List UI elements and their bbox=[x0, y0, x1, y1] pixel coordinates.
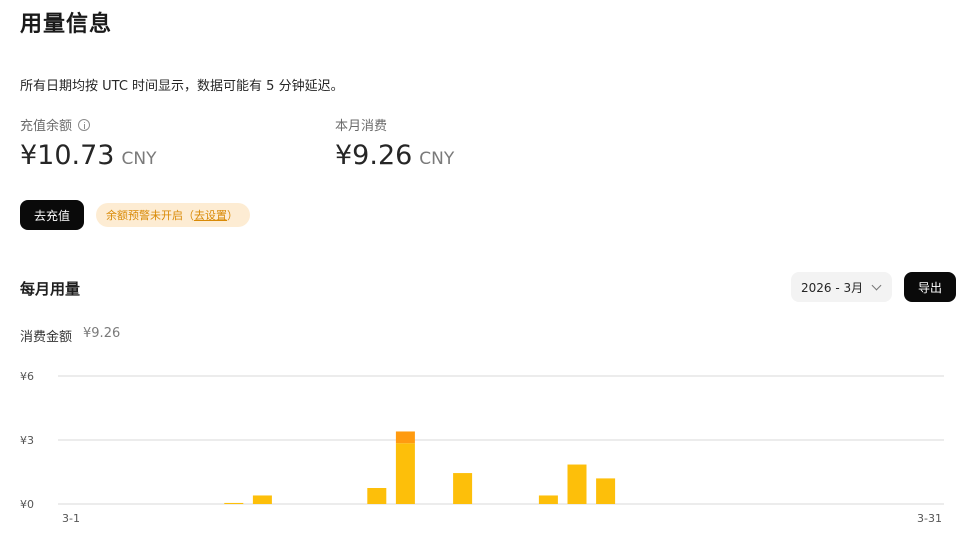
month-select-value: 2026 - 3月 bbox=[801, 280, 864, 295]
usage-bar bbox=[252, 495, 272, 504]
balance-currency: CNY bbox=[121, 149, 157, 169]
balance-amount: ¥10.73 bbox=[20, 140, 115, 171]
spend-total-label: 消费金额 bbox=[20, 330, 73, 345]
x-tick-label: 3-31 bbox=[917, 512, 942, 525]
y-tick-label: ¥3 bbox=[20, 434, 34, 447]
balance-stat: 充值余额 ¥10.73 CNY bbox=[20, 115, 156, 171]
month-select[interactable]: 2026 - 3月 bbox=[791, 272, 892, 302]
monthly-spend-stat: 本月消费 ¥9.26 CNY bbox=[335, 115, 454, 171]
monthly-spend-amount: ¥9.26 bbox=[335, 140, 413, 171]
balance-label-row: 充值余额 bbox=[20, 115, 156, 134]
usage-bar bbox=[395, 431, 415, 444]
balance-label: 充值余额 bbox=[20, 119, 73, 134]
usage-bar bbox=[224, 502, 244, 504]
timezone-notice: 所有日期均按 UTC 时间显示，数据可能有 5 分钟延迟。 bbox=[20, 79, 344, 94]
monthly-spend-label: 本月消费 bbox=[335, 119, 388, 134]
usage-bar-chart: ¥6 ¥3 ¥0 3-1 3-31 bbox=[20, 370, 944, 525]
usage-bar bbox=[567, 464, 587, 504]
alert-text: 余额预警未开启（ bbox=[106, 209, 194, 222]
chevron-down-icon bbox=[871, 280, 882, 291]
usage-bar bbox=[453, 473, 473, 504]
y-tick-label: ¥6 bbox=[20, 370, 34, 383]
y-tick-label: ¥0 bbox=[20, 498, 34, 511]
page-title: 用量信息 bbox=[20, 12, 113, 37]
x-tick-label: 3-1 bbox=[62, 512, 80, 525]
usage-bar bbox=[367, 488, 387, 504]
monthly-spend-value-row: ¥9.26 CNY bbox=[335, 140, 454, 171]
usage-bar bbox=[395, 443, 415, 504]
info-icon[interactable] bbox=[78, 118, 91, 131]
alert-settings-link[interactable]: 去设置 bbox=[194, 207, 227, 223]
usage-bar bbox=[596, 478, 616, 504]
alert-suffix: ） bbox=[227, 209, 238, 222]
export-button[interactable]: 导出 bbox=[904, 272, 956, 302]
balance-alert-badge: 余额预警未开启（ 去设置） bbox=[96, 203, 250, 227]
spend-total-value: ¥9.26 bbox=[83, 326, 121, 341]
balance-value-row: ¥10.73 CNY bbox=[20, 140, 156, 171]
usage-bar bbox=[538, 495, 558, 504]
monthly-usage-title: 每月用量 bbox=[20, 280, 81, 298]
monthly-spend-currency: CNY bbox=[419, 149, 455, 169]
spend-total-row: 消费金额 ¥9.26 bbox=[20, 326, 120, 345]
recharge-button[interactable]: 去充值 bbox=[20, 200, 84, 230]
